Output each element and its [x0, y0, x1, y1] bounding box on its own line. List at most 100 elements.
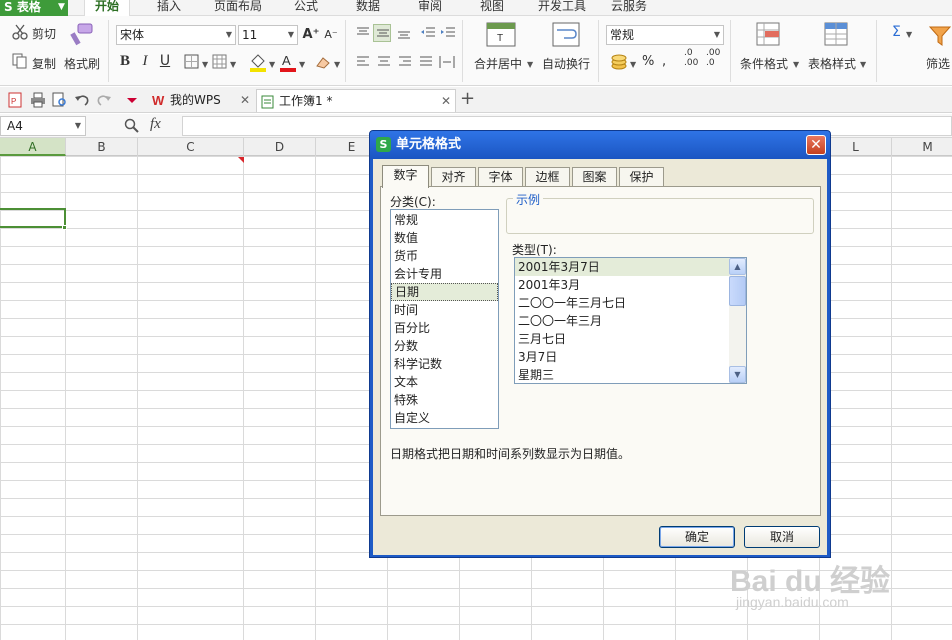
conditional-format-icon[interactable] — [756, 22, 784, 48]
scroll-up-icon[interactable]: ▲ — [729, 258, 746, 275]
tab-review[interactable]: 审阅 — [412, 0, 448, 16]
dialog-title-bar[interactable]: S 单元格格式 ✕ — [370, 131, 830, 159]
doc-tab-mywps[interactable]: W 我的WPS ✕ — [148, 89, 254, 112]
tab-view[interactable]: 视图 — [474, 0, 510, 16]
chevron-down-icon[interactable]: ▼ — [269, 60, 275, 69]
wrap-text-icon[interactable] — [552, 22, 580, 48]
tab-border[interactable]: 边框 — [525, 167, 570, 187]
decrease-indent-icon[interactable] — [420, 25, 436, 41]
align-right-icon[interactable] — [397, 54, 413, 70]
type-item-selected[interactable]: 2001年3月7日 — [515, 258, 729, 276]
table-style-button[interactable]: 表格样式 — [808, 55, 856, 72]
scissors-icon[interactable] — [12, 24, 28, 40]
type-list-scrollbar[interactable]: ▲ ▼ — [729, 258, 746, 383]
filter-icon[interactable] — [928, 24, 952, 48]
undo-icon[interactable] — [74, 92, 90, 108]
app-menu-button[interactable]: S 表格 ▼ — [0, 0, 68, 16]
zoom-lookup-icon[interactable] — [124, 118, 140, 134]
copy-button[interactable]: 复制 — [32, 55, 56, 72]
distribute-icon[interactable] — [439, 54, 455, 70]
chevron-down-icon[interactable]: ▼ — [334, 60, 340, 69]
copy-icon[interactable] — [12, 53, 28, 69]
merge-center-button[interactable]: 合并居中 — [474, 55, 522, 72]
type-item[interactable]: 三月七日 — [515, 330, 729, 348]
category-item[interactable]: 百分比 — [391, 319, 498, 337]
merge-center-icon[interactable]: T — [486, 22, 516, 48]
filter-button[interactable]: 筛选 — [926, 55, 950, 72]
align-bottom-icon[interactable] — [396, 25, 412, 41]
sum-icon[interactable]: Σ — [892, 24, 901, 40]
column-header-a[interactable]: A — [0, 138, 66, 156]
decrease-decimal-icon[interactable]: .00.0 — [706, 48, 720, 68]
type-list[interactable]: 2001年3月7日 2001年3月 二〇〇一年三月七日 二〇〇一年三月 三月七日… — [514, 257, 747, 384]
tab-insert[interactable]: 插入 — [150, 0, 188, 16]
category-item[interactable]: 货币 — [391, 247, 498, 265]
format-painter-button[interactable]: 格式刷 — [64, 55, 100, 72]
scroll-down-icon[interactable]: ▼ — [729, 366, 746, 383]
fill-handle[interactable] — [62, 225, 67, 230]
cancel-button[interactable]: 取消 — [744, 526, 820, 548]
align-center-icon[interactable] — [376, 54, 392, 70]
cut-button[interactable]: 剪切 — [32, 25, 56, 42]
cell-grid-icon[interactable] — [212, 54, 228, 70]
tab-formulas[interactable]: 公式 — [288, 0, 324, 16]
type-item[interactable]: 星期三 — [515, 366, 729, 384]
tab-protection[interactable]: 保护 — [619, 167, 664, 187]
bold-icon[interactable]: B — [116, 52, 134, 70]
thousands-separator-button[interactable]: , — [662, 54, 666, 69]
align-left-icon[interactable] — [355, 54, 371, 70]
category-item[interactable]: 文本 — [391, 373, 498, 391]
chevron-down-icon[interactable]: ▼ — [793, 60, 799, 69]
font-color-icon[interactable]: A — [278, 52, 298, 72]
tab-font[interactable]: 字体 — [478, 167, 523, 187]
font-name-select[interactable]: 宋体 ▼ — [116, 25, 236, 45]
type-item[interactable]: 二〇〇一年三月 — [515, 312, 729, 330]
clear-format-icon[interactable] — [314, 54, 332, 70]
decrease-font-icon[interactable]: A⁻ — [322, 26, 340, 44]
chevron-down-icon[interactable]: ▼ — [230, 60, 236, 69]
tab-patterns[interactable]: 图案 — [572, 167, 617, 187]
tab-data[interactable]: 数据 — [350, 0, 386, 16]
category-item[interactable]: 自定义 — [391, 409, 498, 427]
category-item[interactable]: 数值 — [391, 229, 498, 247]
chevron-down-icon[interactable]: ▼ — [299, 60, 305, 69]
borders-icon[interactable] — [184, 54, 200, 70]
pdf-export-icon[interactable]: P — [8, 92, 24, 108]
number-format-select[interactable]: 常规 ▼ — [606, 25, 724, 45]
active-cell[interactable] — [0, 208, 66, 228]
column-header-m[interactable]: M — [892, 138, 952, 156]
column-header-d[interactable]: D — [244, 138, 316, 156]
chevron-down-icon[interactable]: ▼ — [630, 60, 636, 69]
wrap-text-button[interactable]: 自动换行 — [542, 55, 590, 72]
increase-indent-icon[interactable] — [440, 25, 456, 41]
category-item[interactable]: 科学记数 — [391, 355, 498, 373]
chevron-down-icon[interactable]: ▼ — [860, 60, 866, 69]
tab-alignment[interactable]: 对齐 — [431, 167, 476, 187]
tab-number[interactable]: 数字 — [382, 165, 429, 188]
tab-cloud[interactable]: 云服务 — [606, 0, 652, 16]
type-item[interactable]: 二〇〇一年三月七日 — [515, 294, 729, 312]
tab-developer[interactable]: 开发工具 — [532, 0, 592, 16]
italic-icon[interactable]: I — [136, 52, 154, 70]
category-item[interactable]: 常规 — [391, 211, 498, 229]
column-header-b[interactable]: B — [66, 138, 138, 156]
percent-button[interactable]: % — [642, 54, 654, 69]
tab-home[interactable]: 开始 — [84, 0, 130, 16]
category-item-selected[interactable]: 日期 — [391, 283, 498, 301]
currency-icon[interactable] — [610, 53, 628, 71]
new-tab-icon[interactable]: + — [460, 88, 475, 109]
type-item[interactable]: 3月7日 — [515, 348, 729, 366]
close-button[interactable]: ✕ — [806, 135, 826, 155]
category-item[interactable]: 分数 — [391, 337, 498, 355]
fill-color-icon[interactable] — [248, 52, 268, 72]
category-item[interactable]: 时间 — [391, 301, 498, 319]
column-header-c[interactable]: C — [138, 138, 244, 156]
print-icon[interactable] — [30, 92, 46, 108]
close-icon[interactable]: ✕ — [441, 90, 451, 112]
category-item[interactable]: 特殊 — [391, 391, 498, 409]
format-painter-icon[interactable] — [68, 22, 96, 48]
underline-icon[interactable]: U — [156, 52, 174, 70]
increase-decimal-icon[interactable]: .0.00 — [684, 48, 698, 68]
close-icon[interactable]: ✕ — [240, 89, 250, 111]
scrollbar-thumb[interactable] — [729, 276, 746, 306]
